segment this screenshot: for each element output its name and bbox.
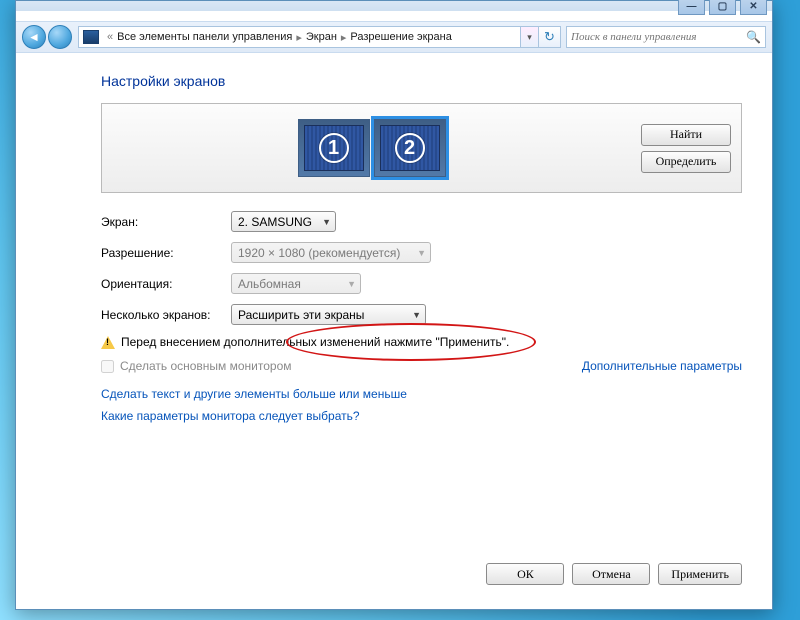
monitor-2[interactable]: 2 (374, 119, 446, 177)
make-primary-input (101, 360, 114, 373)
breadcrumb-seg-3[interactable]: Разрешение экрана (350, 31, 451, 43)
identify-button[interactable]: Определить (641, 151, 731, 173)
search-input[interactable] (571, 31, 746, 43)
orientation-value: Альбомная (238, 277, 301, 291)
titlebar[interactable] (16, 1, 772, 11)
orientation-label: Ориентация: (101, 277, 231, 291)
multiple-displays-dropdown[interactable]: Расширить эти экраны ▼ (231, 304, 426, 325)
chevron-down-icon: ▼ (417, 248, 426, 258)
window-controls: — ▢ ✕ (678, 0, 767, 15)
address-dropdown[interactable]: ▾ (521, 26, 539, 48)
maximize-button[interactable]: ▢ (709, 0, 736, 15)
ok-button[interactable]: ОК (486, 563, 564, 585)
control-panel-icon (83, 30, 99, 44)
text-size-link[interactable]: Сделать текст и другие элементы больше и… (101, 387, 407, 401)
monitor-number: 2 (395, 133, 425, 163)
orientation-dropdown[interactable]: Альбомная ▼ (231, 273, 361, 294)
breadcrumb-seg-2[interactable]: Экран (306, 31, 337, 43)
content-area: Настройки экранов 1 2 Найти Определить Э… (16, 53, 772, 609)
display-arrangement-panel: 1 2 Найти Определить (101, 103, 742, 193)
resolution-label: Разрешение: (101, 246, 231, 260)
multi-label: Несколько экранов: (101, 308, 231, 322)
chevron-down-icon: ▼ (347, 279, 356, 289)
resolution-dropdown[interactable]: 1920 × 1080 (рекомендуется) ▼ (231, 242, 431, 263)
which-params-link[interactable]: Какие параметры монитора следует выбрать… (101, 409, 360, 423)
apply-button[interactable]: Применить (658, 563, 742, 585)
chevron-down-icon: ▼ (322, 217, 331, 227)
search-icon: 🔍 (746, 30, 761, 44)
minimize-button[interactable]: — (678, 0, 705, 15)
page-heading: Настройки экранов (101, 73, 742, 89)
advanced-params-link[interactable]: Дополнительные параметры (582, 359, 742, 373)
screen-value: 2. SAMSUNG (238, 215, 312, 229)
make-primary-label: Сделать основным монитором (120, 359, 292, 373)
control-panel-window: — ▢ ✕ ◄ « Все элементы панели управления… (15, 0, 773, 610)
address-bar[interactable]: « Все элементы панели управления ▸ Экран… (78, 26, 521, 48)
monitor-number: 1 (319, 133, 349, 163)
monitor-1[interactable]: 1 (298, 119, 370, 177)
warning-icon (101, 336, 115, 349)
chevron-icon: ▸ (341, 31, 347, 44)
warning-text: Перед внесением дополнительных изменений… (121, 335, 509, 349)
dialog-buttons: ОК Отмена Применить (486, 563, 742, 585)
find-button[interactable]: Найти (641, 124, 731, 146)
warning-row: Перед внесением дополнительных изменений… (101, 335, 742, 349)
multi-value: Расширить эти экраны (238, 308, 364, 322)
breadcrumb-seg-1[interactable]: Все элементы панели управления (117, 31, 292, 43)
close-button[interactable]: ✕ (740, 0, 767, 15)
chevron-icon: ▸ (296, 31, 302, 44)
screen-dropdown[interactable]: 2. SAMSUNG ▼ (231, 211, 336, 232)
nav-forward-button[interactable] (48, 25, 72, 49)
screen-label: Экран: (101, 215, 231, 229)
refresh-button[interactable]: ↻ (539, 26, 561, 48)
chevron-down-icon: ▼ (412, 310, 421, 320)
monitor-layout[interactable]: 1 2 (102, 119, 641, 177)
resolution-value: 1920 × 1080 (рекомендуется) (238, 246, 400, 260)
nav-bar: ◄ « Все элементы панели управления ▸ Экр… (16, 21, 772, 53)
make-primary-checkbox: Сделать основным монитором (101, 359, 292, 373)
breadcrumb-up: « (107, 31, 113, 43)
nav-back-button[interactable]: ◄ (22, 25, 46, 49)
cancel-button[interactable]: Отмена (572, 563, 650, 585)
search-box[interactable]: 🔍 (566, 26, 766, 48)
